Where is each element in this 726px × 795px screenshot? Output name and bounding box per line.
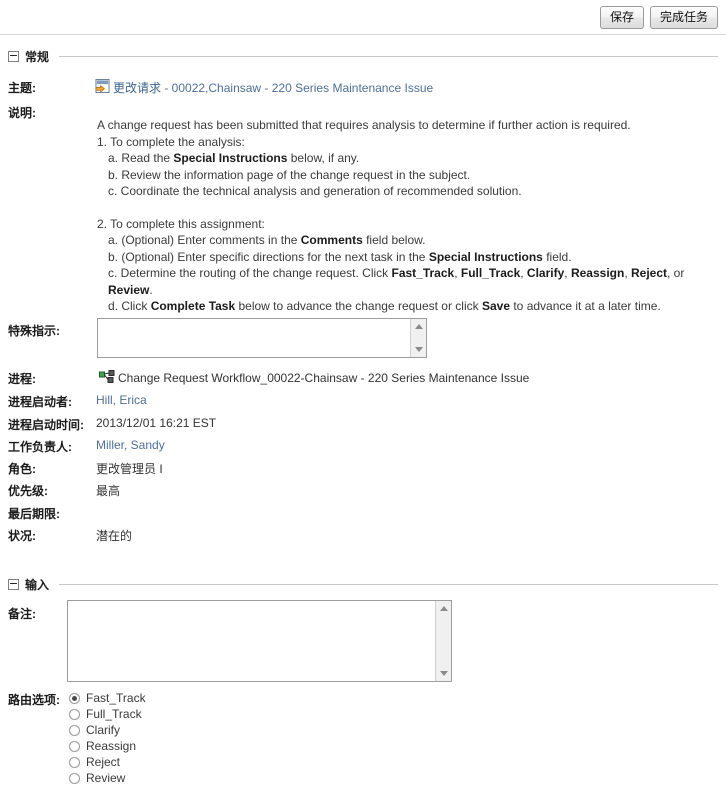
routing-option-full_track[interactable]: Full_Track — [69, 706, 146, 722]
radio-button-icon[interactable] — [69, 740, 80, 752]
change-request-icon — [95, 79, 110, 93]
section-rule — [59, 584, 718, 585]
desc-line-8: b. (Optional) Enter specific directions … — [108, 249, 572, 264]
special-instructions-label: 特殊指示: — [8, 324, 60, 338]
section-title-general: 常规 — [25, 50, 50, 64]
section-rule — [59, 56, 718, 57]
desc-spacer — [97, 200, 697, 216]
routing-options-group[interactable]: Fast_Track Full_Track Clarify Reassign Rejec… — [69, 690, 146, 786]
desc-line-7: a. (Optional) Enter comments in the Comm… — [108, 233, 426, 247]
routing-option-label: Reject — [86, 755, 121, 769]
section-title-input: 输入 — [25, 578, 50, 592]
routing-option-label: Review — [86, 771, 126, 785]
process-start-time-value: 2013/12/01 16:21 EST — [96, 416, 217, 430]
task-owner-label: 工作负责人: — [8, 440, 72, 454]
desc-line-9: c. Determine the routing of the change r… — [108, 266, 685, 297]
collapse-toggle-general-icon[interactable] — [8, 51, 19, 62]
subject-label: 主题: — [8, 81, 36, 95]
comments-scrollbar[interactable] — [435, 601, 451, 681]
description-text: A change request has been submitted that… — [97, 117, 697, 315]
comments-text[interactable] — [68, 601, 435, 681]
routing-option-label: Full_Track — [86, 707, 142, 721]
radio-button-icon[interactable] — [69, 756, 80, 768]
section-header-general: 常规 — [8, 48, 718, 65]
process-value: Change Request Workflow_00022-Chainsaw -… — [118, 371, 530, 385]
save-button[interactable]: 保存 — [599, 5, 644, 29]
process-initiator-value[interactable]: Hill, Erica — [96, 393, 147, 407]
special-instructions-text[interactable] — [98, 319, 410, 357]
subject-rest: - 00022,Chainsaw - 220 Series Maintenanc… — [161, 81, 434, 95]
complete-task-button[interactable]: 完成任务 — [649, 5, 718, 29]
desc-line-4: b. Review the information page of the ch… — [108, 167, 471, 182]
comments-label: 备注: — [8, 607, 36, 621]
routing-option-fast_track[interactable]: Fast_Track — [69, 690, 146, 706]
scroll-up-arrow-icon[interactable] — [414, 324, 423, 329]
description-label: 说明: — [8, 106, 36, 120]
routing-option-label: Clarify — [86, 723, 121, 737]
radio-button-icon[interactable] — [69, 708, 80, 720]
routing-option-label: Reassign — [86, 739, 137, 753]
desc-line-1: A change request has been submitted that… — [97, 118, 631, 132]
section-header-input: 输入 — [8, 576, 718, 593]
status-label: 状况: — [8, 529, 36, 543]
process-label: 进程: — [8, 372, 36, 386]
desc-line-6: 2. To complete this assignment: — [97, 216, 265, 231]
status-value: 潜在的 — [96, 529, 133, 543]
routing-option-label: Fast_Track — [86, 691, 146, 705]
desc-line-10: d. Click Complete Task below to advance … — [108, 299, 661, 313]
task-owner-value[interactable]: Miller, Sandy — [96, 438, 165, 452]
routing-option-review[interactable]: Review — [69, 770, 146, 786]
radio-button-icon[interactable] — [69, 724, 80, 736]
special-instructions-scrollbar[interactable] — [410, 319, 426, 357]
subject-value[interactable]: 更改请求 - 00022,Chainsaw - 220 Series Maint… — [113, 79, 433, 96]
subject-link[interactable]: 更改请求 — [113, 81, 161, 95]
toolbar-divider — [0, 34, 726, 35]
special-instructions-input[interactable] — [97, 318, 427, 358]
collapse-toggle-input-icon[interactable] — [8, 579, 19, 590]
routing-option-reassign[interactable]: Reassign — [69, 738, 146, 754]
workflow-icon — [99, 370, 115, 383]
priority-label: 优先级: — [8, 484, 48, 498]
desc-line-3: a. Read the Special Instructions below, … — [108, 151, 360, 165]
desc-line-2: 1. To complete the analysis: — [97, 134, 245, 149]
role-value: 更改管理员 I — [96, 462, 163, 476]
radio-button-icon[interactable] — [69, 692, 80, 704]
due-date-label: 最后期限: — [8, 507, 60, 521]
process-initiator-label: 进程启动者: — [8, 395, 72, 409]
routing-options-label: 路由选项: — [8, 693, 60, 707]
process-start-time-label: 进程启动时间: — [8, 418, 84, 432]
priority-value: 最高 — [96, 484, 121, 498]
desc-line-5: c. Coordinate the technical analysis and… — [108, 184, 522, 198]
routing-option-clarify[interactable]: Clarify — [69, 722, 146, 738]
role-label: 角色: — [8, 462, 36, 476]
comments-input[interactable] — [67, 600, 452, 682]
radio-button-icon[interactable] — [69, 772, 80, 784]
routing-option-reject[interactable]: Reject — [69, 754, 146, 770]
toolbar: 保存 完成任务 — [0, 0, 726, 34]
scroll-down-arrow-icon[interactable] — [414, 347, 423, 352]
scroll-down-arrow-icon[interactable] — [439, 671, 448, 676]
scroll-up-arrow-icon[interactable] — [439, 606, 448, 611]
